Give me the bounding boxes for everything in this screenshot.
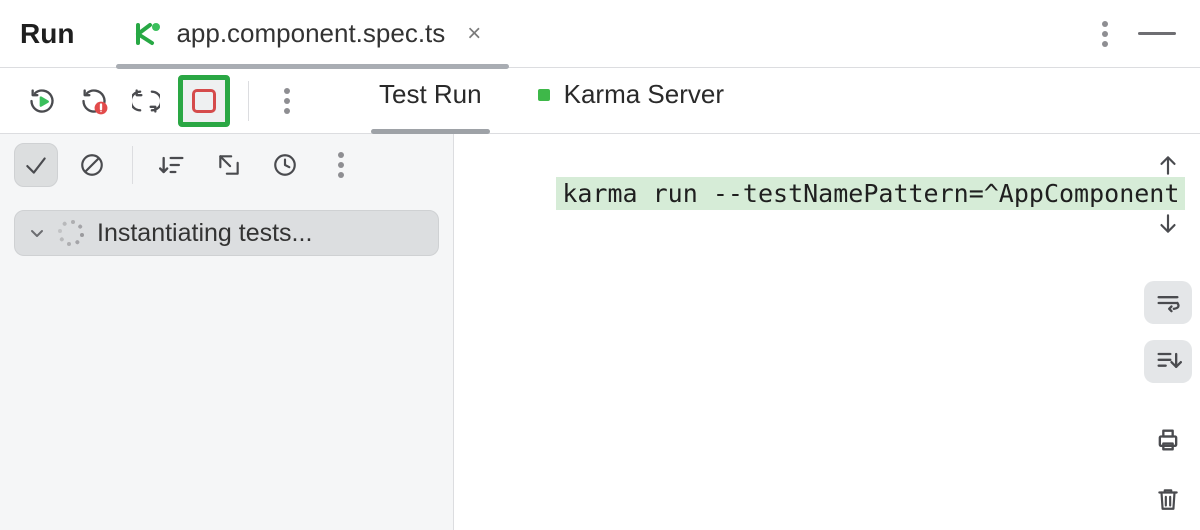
show-passed-toggle[interactable]: [14, 143, 58, 187]
stop-button[interactable]: [178, 75, 230, 127]
console-gutter: [1142, 144, 1194, 520]
tab-test-run-label: Test Run: [379, 79, 482, 110]
test-history-button[interactable]: [263, 143, 307, 187]
clear-all-button[interactable]: [1144, 477, 1192, 520]
loading-spinner-icon: [59, 221, 83, 245]
running-indicator-icon: [538, 89, 550, 101]
toggle-auto-test-button[interactable]: [126, 81, 166, 121]
test-tree-root[interactable]: Instantiating tests...: [14, 210, 439, 256]
output-tabs: Test Run Karma Server: [373, 68, 730, 133]
test-tree: Instantiating tests...: [0, 196, 453, 530]
show-ignored-toggle[interactable]: [70, 143, 114, 187]
console-panel: karma run --testNamePattern=^AppComponen…: [454, 134, 1200, 530]
chevron-down-icon: [29, 225, 45, 241]
minimize-icon[interactable]: [1138, 32, 1176, 35]
filter-separator: [132, 146, 133, 184]
more-actions-button[interactable]: [267, 81, 307, 121]
tab-karma-server[interactable]: Karma Server: [532, 68, 730, 133]
close-tab-icon[interactable]: ×: [457, 20, 491, 48]
previous-occurrence-button[interactable]: [1144, 144, 1192, 187]
rerun-button[interactable]: [22, 81, 62, 121]
run-tool-header: Run app.component.spec.ts ×: [0, 0, 1200, 68]
test-tree-root-label: Instantiating tests...: [97, 219, 312, 248]
soft-wrap-button[interactable]: [1144, 281, 1192, 324]
expand-all-button[interactable]: [207, 143, 251, 187]
console-output[interactable]: karma run --testNamePattern=^AppComponen…: [466, 148, 1138, 239]
run-config-tab[interactable]: app.component.spec.ts ×: [120, 0, 505, 68]
tab-karma-server-label: Karma Server: [564, 79, 724, 110]
more-options-icon[interactable]: [1102, 21, 1108, 47]
test-filter-toolbar: [0, 134, 454, 196]
run-toolbar: Test Run Karma Server: [0, 68, 1200, 134]
test-tree-panel: Instantiating tests...: [0, 134, 454, 530]
run-config-tab-label: app.component.spec.ts: [176, 18, 445, 49]
stop-icon: [192, 89, 216, 113]
scroll-to-end-button[interactable]: [1144, 340, 1192, 383]
print-button[interactable]: [1144, 419, 1192, 462]
tab-test-run[interactable]: Test Run: [373, 68, 488, 133]
karma-icon: [134, 22, 164, 46]
rerun-failed-button[interactable]: [74, 81, 114, 121]
next-occurrence-button[interactable]: [1144, 203, 1192, 246]
filter-more-button[interactable]: [319, 143, 363, 187]
tool-window-title: Run: [20, 18, 74, 50]
toolbar-separator: [248, 81, 249, 121]
console-command-line: karma run --testNamePattern=^AppComponen…: [556, 177, 1185, 210]
sort-button[interactable]: [151, 143, 195, 187]
